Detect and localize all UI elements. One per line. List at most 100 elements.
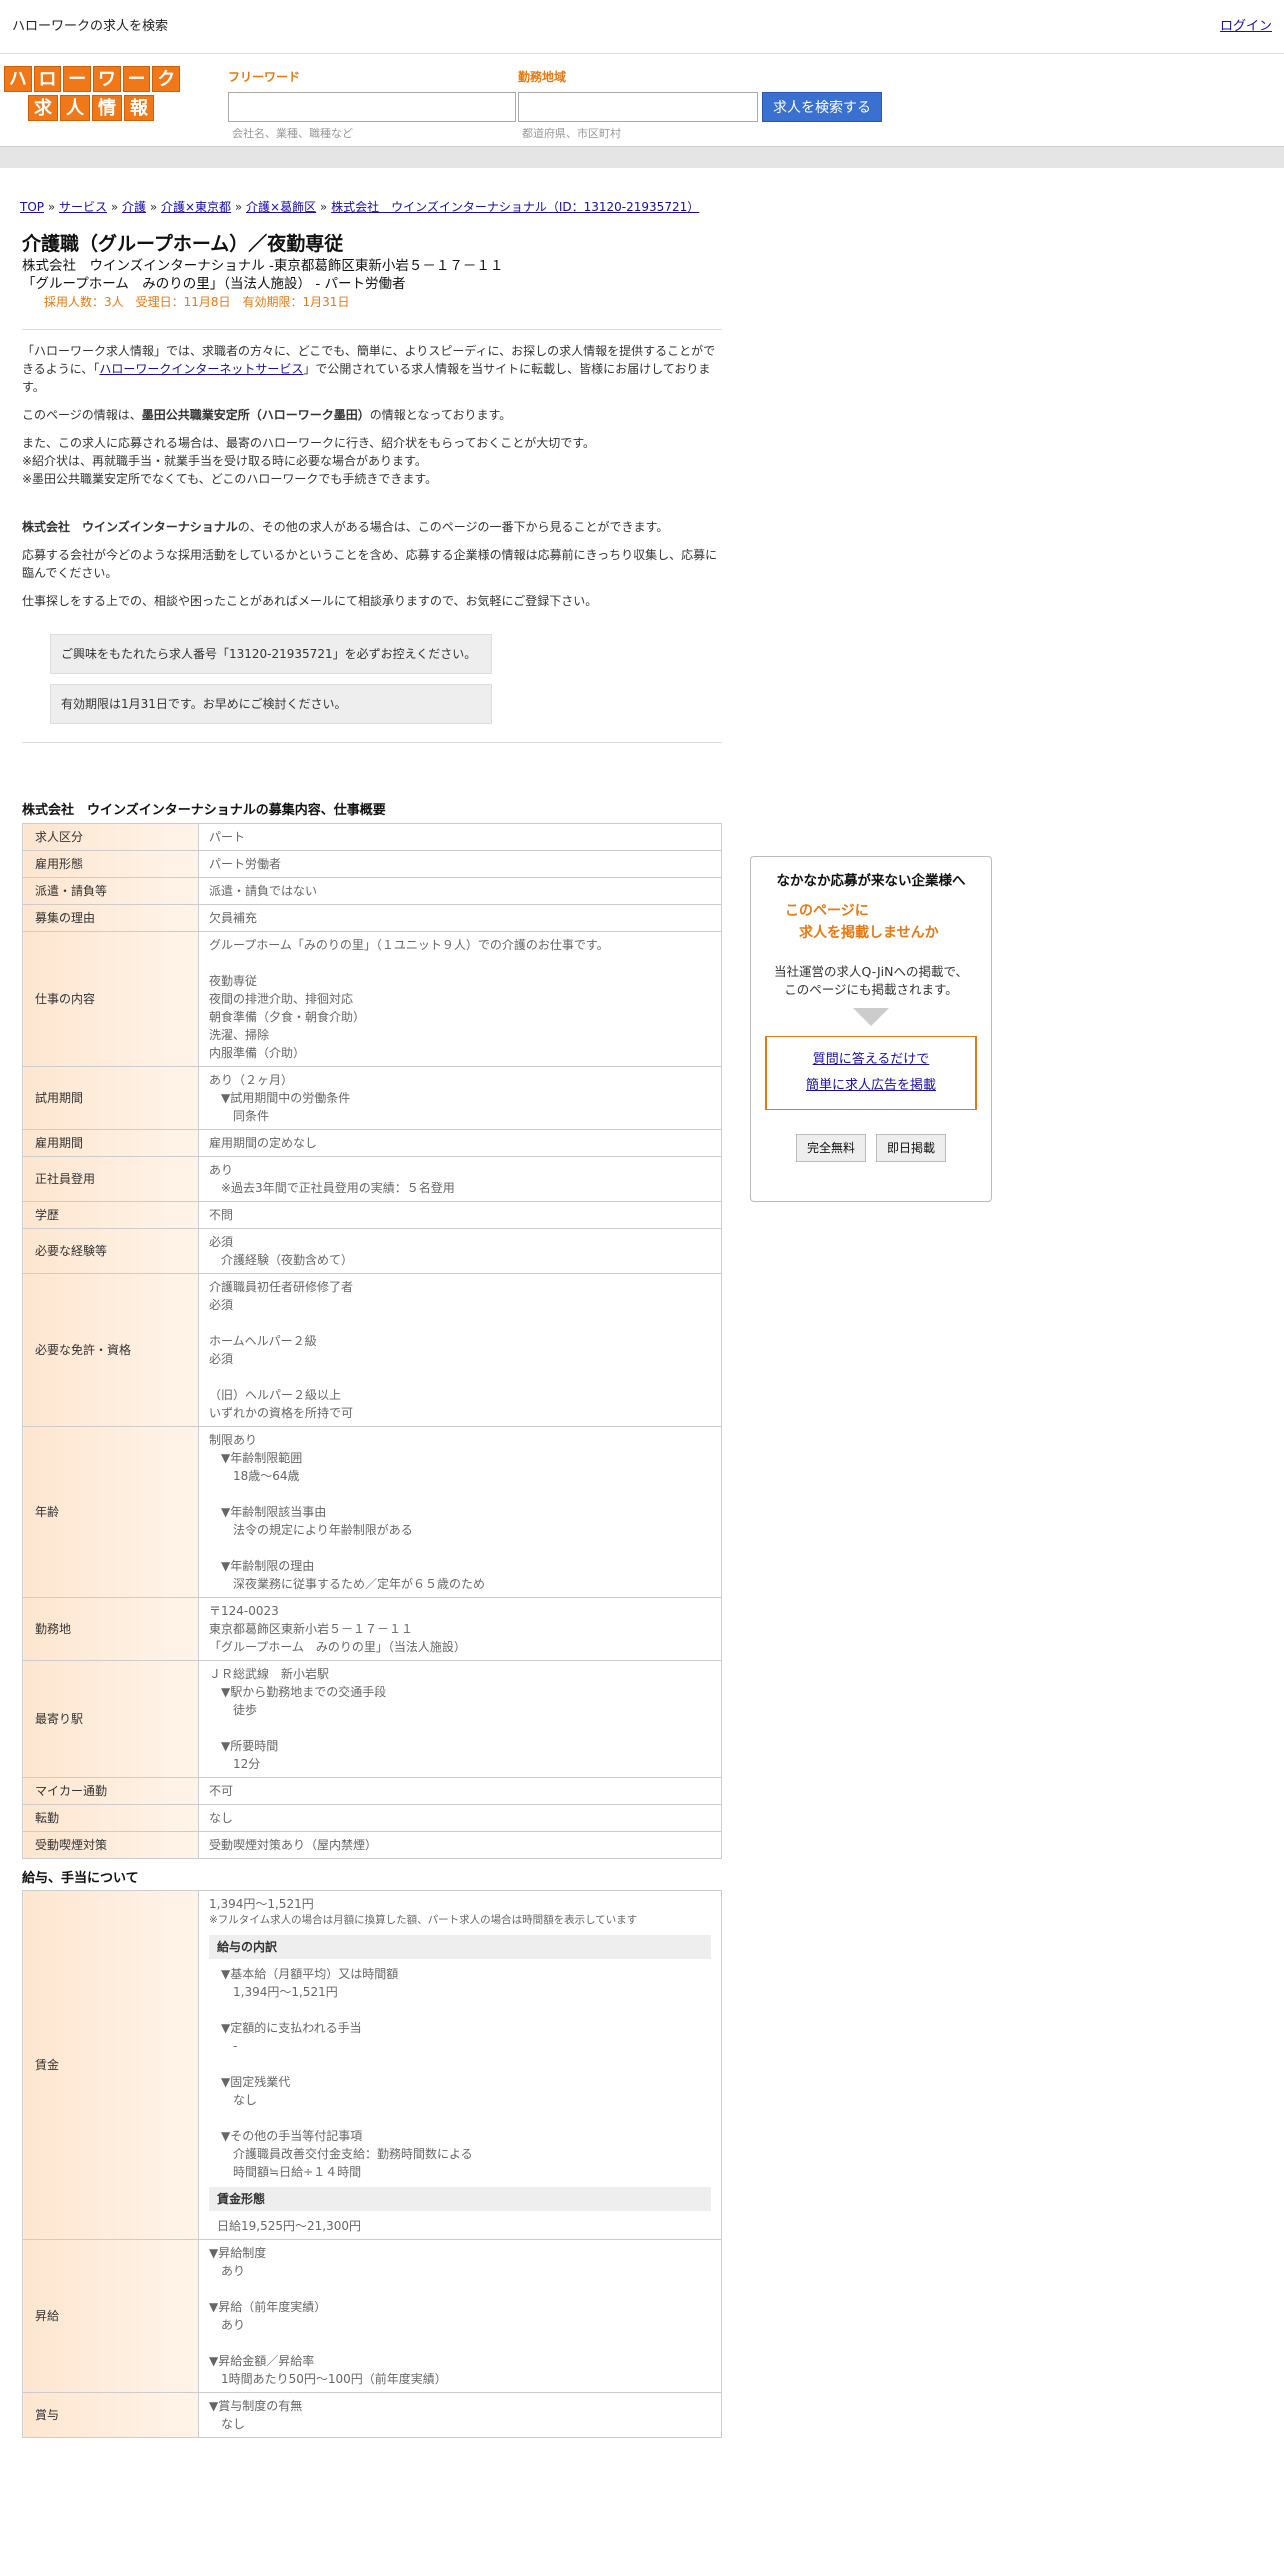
table-row: 正社員登用 あり ※過去3年間で正社員登用の実績：５名登用	[22, 1155, 722, 1202]
search-button[interactable]: 求人を検索する	[762, 92, 882, 122]
top-bar: ハローワークの求人を検索 ログイン	[0, 0, 1284, 54]
area-input[interactable]	[518, 92, 758, 122]
row-value: 介護職員初任者研修修了者 必須 ホームヘルパー２級 必須 （旧）ヘルパー２級以上…	[198, 1272, 722, 1427]
row-value: 受動喫煙対策あり（屋内禁煙）	[198, 1830, 722, 1859]
row-label: 仕事の内容	[22, 930, 199, 1067]
intro-p5: 応募する会社が今どのような採用活動をしているかということを含め、応募する企業様の…	[22, 548, 718, 581]
table-row: 必要な経験等 必須 介護経験（夜勤含めて）	[22, 1227, 722, 1274]
company-line: 株式会社 ウインズインターナショナル -東京都葛飾区東新小岩５－１７－１１	[22, 257, 504, 274]
row-label: 昇給	[22, 2238, 199, 2393]
row-value: 必須 介護経験（夜勤含めて）	[198, 1227, 722, 1274]
row-value: 制限あり ▼年齢制限範囲 18歳〜64歳 ▼年齢制限該当事由 法令の規定により年…	[198, 1425, 722, 1598]
row-label: 募集の理由	[22, 903, 199, 932]
area-label: 勤務地域	[518, 70, 567, 84]
row-label: 雇用期間	[22, 1128, 199, 1157]
logo-char: 求	[28, 95, 58, 121]
breadcrumb-company[interactable]: 株式会社 ウインズインターナショナル（ID：13120-21935721）	[331, 200, 699, 214]
advertise-link-question[interactable]: 質問に答えるだけで	[771, 1047, 971, 1073]
table-row: 学歴 不問	[22, 1200, 722, 1229]
logo-char: ク	[152, 66, 181, 92]
area-hint: 都道府県、市区町村	[522, 127, 621, 140]
table-row: 必要な免許・資格 介護職員初任者研修修了者 必須 ホームヘルパー２級 必須 （旧）…	[22, 1272, 722, 1427]
row-value: 〒124-0023 東京都葛飾区東新小岩５－１７－１１ 「グループホーム みのり…	[198, 1596, 722, 1661]
row-label: 試用期間	[22, 1065, 199, 1130]
table-row: 雇用期間 雇用期間の定めなし	[22, 1128, 722, 1157]
row-value: 不問	[198, 1200, 722, 1229]
table-row: マイカー通勤 不可	[22, 1776, 722, 1805]
logo-char: ハ	[4, 66, 32, 92]
row-label: 必要な免許・資格	[22, 1272, 199, 1427]
row-label: 勤務地	[22, 1596, 199, 1661]
breakdown-heading: 給与の内訳	[209, 1934, 711, 1959]
table-row: 募集の理由 欠員補充	[22, 903, 722, 932]
row-label: マイカー通勤	[22, 1776, 199, 1805]
table-row: 派遣・請負等 派遣・請負ではない	[22, 876, 722, 905]
logo-char: 報	[124, 95, 154, 121]
advertise-desc: 当社運営の求人Q-JiNへの掲載で、 このページにも掲載されます。	[774, 963, 968, 998]
row-value: 不可	[198, 1776, 722, 1805]
main-content: 介護職（グループホーム）／夜勤専従 株式会社 ウインズインターナショナル -東京…	[22, 232, 722, 2438]
advertise-catch: このページに 求人を掲載しませんか	[751, 901, 991, 944]
table-row: 求人区分 パート	[22, 822, 722, 851]
keyword-field-group: フリーワード 会社名、業種、職種など	[228, 66, 516, 143]
intro-section: 「ハローワーク求人情報」では、求職者の方々に、どこでも、簡単に、よりスピーディに…	[22, 342, 722, 725]
free-badge: 完全無料	[795, 1134, 866, 1163]
row-value: なし	[198, 1803, 722, 1832]
breadcrumb-top[interactable]: TOP	[20, 200, 44, 214]
intro-p1: 「ハローワーク求人情報」では、求職者の方々に、どこでも、簡単に、よりスピーディに…	[22, 344, 716, 395]
table-row: 勤務地 〒124-0023 東京都葛飾区東新小岩５－１７－１１ 「グループホーム …	[22, 1596, 722, 1661]
overview-table: 求人区分 パート 雇用形態 パート労働者 派遣・請負等 派遣・請負ではない 募集の理由 欠員補…	[22, 822, 722, 1859]
advertise-panel: なかなか応募が来ない企業様へ このページに 求人を掲載しませんか 当社運営の求人…	[750, 856, 992, 1202]
table-row: 年齢 制限あり ▼年齢制限範囲 18歳〜64歳 ▼年齢制限該当事由 法令の規定によ…	[22, 1425, 722, 1598]
facility-line: 「グループホーム みのりの里」（当法人施設） - パート労働者	[22, 275, 406, 292]
advertise-catch-line2: 求人を掲載しませんか	[785, 924, 939, 941]
table-row: 最寄り駅 ＪＲ総武線 新小岩駅 ▼駅から勤務地までの交通手段 徒歩 ▼所要時間 1…	[22, 1659, 722, 1778]
wage-form-heading: 賃金形態	[209, 2186, 711, 2211]
separator	[22, 329, 722, 331]
breadcrumb-kaigo-katsushika[interactable]: 介護×葛飾区	[246, 200, 316, 214]
advertise-links: 質問に答えるだけで 簡単に求人広告を掲載	[765, 1036, 977, 1111]
wage-form-body: 日給19,525円〜21,300円	[217, 2218, 361, 2233]
advertise-title: なかなか応募が来ない企業様へ	[776, 873, 966, 889]
table-row: 受動喫煙対策 受動喫煙対策あり（屋内禁煙）	[22, 1830, 722, 1859]
breadcrumb-kaigo-tokyo[interactable]: 介護×東京都	[161, 200, 231, 214]
keyword-hint: 会社名、業種、職種など	[232, 127, 353, 140]
table-row: 賃金 1,394円〜1,521円 ※フルタイム求人の場合は月額に換算した額、パー…	[22, 1890, 722, 2240]
hellowork-internet-link[interactable]: ハローワークインターネットサービス	[99, 362, 303, 376]
logo-char: 情	[92, 95, 122, 121]
table-row: 仕事の内容 グループホーム「みのりの里」（１ユニット９人）での介護のお仕事です。 …	[22, 930, 722, 1067]
advertise-catch-line1: このページに	[785, 903, 869, 920]
row-value: あり（２ヶ月） ▼試用期間中の労働条件 同条件	[198, 1065, 722, 1130]
row-value: グループホーム「みのりの里」（１ユニット９人）での介護のお仕事です。 夜勤専従 …	[198, 930, 722, 1067]
row-value: 1,394円〜1,521円 ※フルタイム求人の場合は月額に換算した額、パート求人…	[198, 1890, 722, 2240]
row-value: ▼昇給制度 あり ▼昇給（前年度実績） あり ▼昇給金額／昇給率 1時間あたり5…	[198, 2238, 722, 2393]
row-value: あり ※過去3年間で正社員登用の実績：５名登用	[198, 1155, 722, 1202]
table-row: 試用期間 あり（２ヶ月） ▼試用期間中の労働条件 同条件	[22, 1065, 722, 1130]
login-link[interactable]: ログイン	[1220, 17, 1272, 37]
logo-char: 人	[60, 95, 90, 121]
intro-p4: 株式会社 ウインズインターナショナルの、その他の求人がある場合は、このページの一…	[22, 520, 669, 535]
row-label: 必要な経験等	[22, 1227, 199, 1274]
keyword-input[interactable]	[228, 92, 516, 122]
intro-p6: 仕事探しをする上での、相談や困ったことがあればメールにて相談承りますので、お気軽…	[22, 594, 598, 609]
wage-note: ※フルタイム求人の場合は月額に換算した額、パート求人の場合は時間額を表示していま…	[209, 1914, 638, 1927]
advertise-badges: 完全無料 即日掲載	[751, 1134, 991, 1163]
logo-char: ー	[122, 66, 151, 92]
notice-deadline: 有効期限は1月31日です。お早めにご検討ください。	[50, 684, 492, 725]
wage-value: 1,394円〜1,521円	[209, 1897, 314, 1912]
search-bar: ハローワーク 求人情報 フリーワード 会社名、業種、職種など 勤務地域 都道府県…	[0, 54, 1284, 146]
keyword-label: フリーワード	[228, 70, 301, 84]
table-row: 昇給 ▼昇給制度 あり ▼昇給（前年度実績） あり ▼昇給金額／昇給率 1時間あ…	[22, 2238, 722, 2393]
row-value: 派遣・請負ではない	[198, 876, 722, 905]
notice-job-number: ご興味をもたれたら求人番号「13120-21935721」を必ずお控えください。	[50, 634, 492, 675]
row-label: 派遣・請負等	[22, 876, 199, 905]
salary-title: 給与、手当について	[22, 1870, 139, 1886]
breakdown-body: ▼基本給（月額平均）又は時間額 1,394円〜1,521円 ▼定額的に支払われる…	[221, 1966, 473, 2179]
breadcrumb-kaigo[interactable]: 介護	[122, 200, 146, 214]
advertise-link-post[interactable]: 簡単に求人広告を掲載	[771, 1073, 971, 1099]
logo-char: ワ	[93, 66, 121, 92]
breadcrumb-service[interactable]: サービス	[59, 200, 107, 214]
site-logo[interactable]: ハローワーク 求人情報	[4, 66, 181, 124]
overview-title: 株式会社 ウインズインターナショナルの募集内容、仕事概要	[22, 803, 386, 819]
table-row: 転勤 なし	[22, 1803, 722, 1832]
